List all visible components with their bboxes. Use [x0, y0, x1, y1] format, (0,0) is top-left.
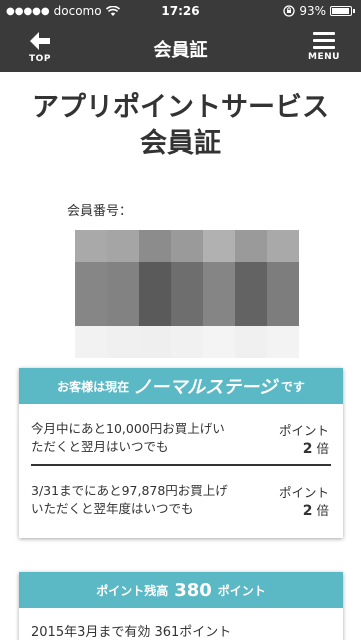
barcode-pixel [235, 230, 267, 262]
service-title-line1: アプリポイントサービス [32, 92, 329, 123]
stage-header-suffix: です [280, 379, 305, 394]
barcode-pixel [171, 230, 203, 262]
condition-line2: ただくと翌月はいつでも [31, 439, 169, 454]
barcode-pixel [203, 326, 235, 358]
multiplier-unit: 倍 [316, 503, 329, 518]
stage-condition-row: 今月中にあと10,000円お買上げい ただくと翌月はいつでも ポイント 2 倍 [19, 404, 343, 464]
barcode-pixel [235, 262, 267, 326]
battery-icon [330, 6, 352, 16]
points-header-suffix: ポイント [217, 583, 266, 598]
barcode-pixel [171, 326, 203, 358]
multiplier-unit: 倍 [316, 441, 329, 456]
menu-label: MENU [308, 52, 340, 62]
barcode-pixel [139, 326, 171, 358]
battery-percent: 93% [299, 4, 326, 18]
barcode-pixel [139, 230, 171, 262]
stage-card: お客様は現在 ノーマルステージ です 今月中にあと10,000円お買上げい ただ… [19, 368, 343, 538]
stage-condition-text: 3/31までにあと97,878円お買上げ いただくと翌年度はいつでも [31, 482, 271, 518]
barcode-pixel [171, 262, 203, 326]
menu-button[interactable]: MENU [305, 32, 343, 62]
stage-name: ノーマルステージ [133, 377, 277, 398]
points-balance: 380 [174, 579, 212, 601]
service-title-line2: 会員証 [140, 128, 221, 159]
point-multiplier: 2 倍 [303, 438, 329, 457]
points-header-prefix: ポイント残高 [96, 583, 169, 598]
member-barcode [75, 230, 299, 358]
barcode-pixel [75, 262, 107, 326]
point-label: ポイント [278, 423, 329, 438]
status-bar: ●●●●● docomo 17:26 93% [0, 0, 361, 22]
barcode-pixel [75, 326, 107, 358]
points-card: ポイント残高 380 ポイント 2015年3月まで有効 361ポイント [19, 572, 343, 640]
barcode-pixel [267, 230, 299, 262]
service-title: アプリポイントサービス 会員証 [0, 90, 361, 162]
barcode-pixel [107, 326, 139, 358]
condition-line1: 今月中にあと10,000円お買上げい [31, 421, 225, 436]
stage-condition-text: 今月中にあと10,000円お買上げい ただくと翌月はいつでも [31, 420, 271, 456]
multiplier-value: 2 [302, 503, 313, 519]
member-number-label: 会員番号： [67, 204, 133, 219]
barcode-pixel [203, 230, 235, 262]
barcode-pixel [235, 326, 267, 358]
condition-line2: いただくと翌年度はいつでも [31, 501, 194, 516]
points-expiry-row: 2015年3月まで有効 361ポイント [31, 625, 232, 640]
stage-header-prefix: お客様は現在 [57, 379, 130, 394]
barcode-pixel [139, 262, 171, 326]
barcode-pixel [267, 262, 299, 326]
hamburger-icon [313, 32, 335, 49]
points-card-header: ポイント残高 380 ポイント [19, 572, 343, 608]
multiplier-value: 2 [302, 441, 313, 457]
orientation-lock-icon [283, 5, 295, 17]
battery-tip [353, 9, 355, 13]
barcode-pixel [75, 230, 107, 262]
condition-line1: 3/31までにあと97,878円お買上げ [31, 483, 228, 498]
nav-bar: TOP 会員証 MENU [0, 22, 361, 72]
barcode-pixel [107, 262, 139, 326]
point-label: ポイント [278, 485, 329, 500]
stage-condition-row: 3/31までにあと97,878円お買上げ いただくと翌年度はいつでも ポイント … [19, 466, 343, 526]
point-multiplier: 2 倍 [303, 500, 329, 519]
barcode-pixel [267, 326, 299, 358]
barcode-pixel [107, 230, 139, 262]
barcode-pixel [203, 262, 235, 326]
stage-card-header: お客様は現在 ノーマルステージ です [19, 368, 343, 404]
status-right: 93% [283, 4, 355, 18]
